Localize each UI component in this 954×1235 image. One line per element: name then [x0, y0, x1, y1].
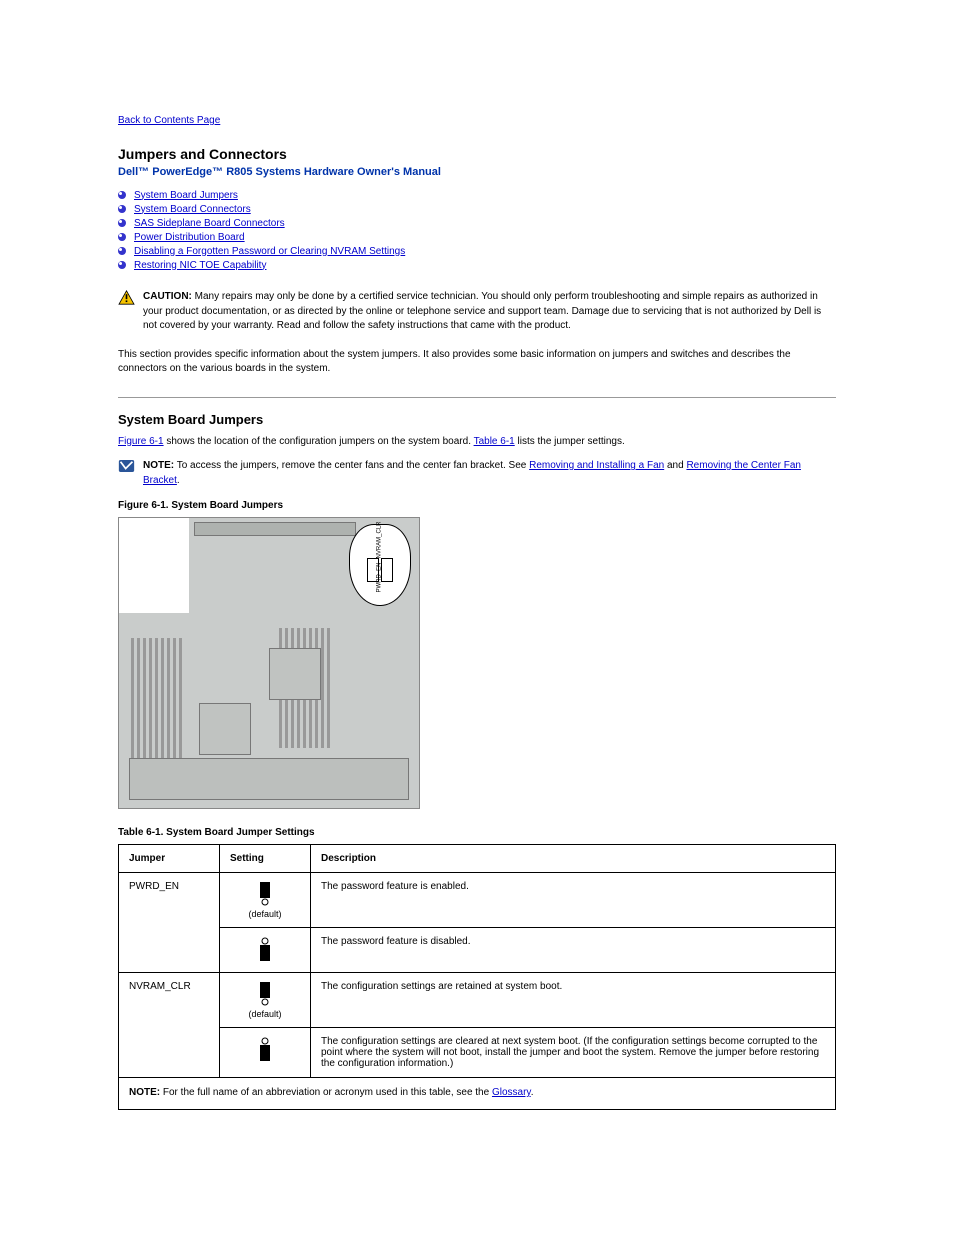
figure-ref-paragraph: Figure 6-1 shows the location of the con… [118, 435, 836, 450]
remove-fan-link[interactable]: Removing and Installing a Fan [529, 460, 664, 471]
caution-label: CAUTION: [143, 291, 192, 302]
jumper-callout: PWRD_EN NVRAM_CLR [349, 524, 411, 606]
col-description: Description [311, 845, 836, 873]
default-label: (default) [230, 1009, 300, 1019]
page-subtitle: Dell™ PowerEdge™ R805 Systems Hardware O… [118, 166, 836, 178]
bullet-icon [118, 205, 126, 213]
jumper-nvram-clr: NVRAM_CLR [119, 973, 220, 1078]
table-row: PWRD_EN (default) The password feature i… [119, 873, 836, 928]
toc-system-board-connectors[interactable]: System Board Connectors [134, 204, 251, 215]
page-title: Jumpers and Connectors [118, 146, 836, 162]
footnote-label: NOTE: [129, 1087, 160, 1098]
bullet-icon [118, 191, 126, 199]
toc-restoring-nic-toe[interactable]: Restoring NIC TOE Capability [134, 260, 266, 271]
setting-cell [220, 1028, 311, 1078]
intro-paragraph: This section provides specific informati… [118, 348, 836, 377]
table-footnote-row: NOTE: For the full name of an abbreviati… [119, 1078, 836, 1110]
toc-power-distribution-board[interactable]: Power Distribution Board [134, 232, 245, 243]
table-row: The password feature is disabled. [119, 928, 836, 973]
note-block: NOTE: To access the jumpers, remove the … [118, 459, 836, 488]
desc-cell: The password feature is disabled. [311, 928, 836, 973]
table-header-row: Jumper Setting Description [119, 845, 836, 873]
note-label: NOTE: [143, 460, 174, 471]
figure-caption: Figure 6-1. System Board Jumpers [118, 500, 836, 511]
glossary-link[interactable]: Glossary [492, 1087, 531, 1098]
table-of-contents: System Board Jumpers System Board Connec… [118, 188, 836, 272]
note-icon [118, 459, 135, 473]
jumper-top-icon [259, 881, 271, 907]
bullet-icon [118, 233, 126, 241]
setting-cell: (default) [220, 973, 311, 1028]
jumper-settings-table: Jumper Setting Description PWRD_EN (defa… [118, 844, 836, 1110]
table-6-1-link[interactable]: Table 6-1 [474, 436, 515, 447]
jumper-bottom-icon [259, 1036, 271, 1062]
setting-cell: (default) [220, 873, 311, 928]
bullet-icon [118, 261, 126, 269]
col-jumper: Jumper [119, 845, 220, 873]
caution-block: CAUTION: Many repairs may only be done b… [118, 290, 836, 334]
bullet-icon [118, 247, 126, 255]
default-label: (default) [230, 909, 300, 919]
desc-cell: The configuration settings are retained … [311, 973, 836, 1028]
jumper-top-icon [259, 981, 271, 1007]
col-setting: Setting [220, 845, 311, 873]
bullet-icon [118, 219, 126, 227]
caution-text: Many repairs may only be done by a certi… [143, 291, 821, 331]
toc-sas-sideplane-board-connectors[interactable]: SAS Sideplane Board Connectors [134, 218, 285, 229]
section-divider [118, 397, 836, 398]
caution-icon [118, 290, 135, 305]
toc-disabling-forgotten-password[interactable]: Disabling a Forgotten Password or Cleari… [134, 246, 405, 257]
setting-cell [220, 928, 311, 973]
table-row: The configuration settings are cleared a… [119, 1028, 836, 1078]
toc-system-board-jumpers[interactable]: System Board Jumpers [134, 190, 238, 201]
table-row: NVRAM_CLR (default) The configuration se… [119, 973, 836, 1028]
desc-cell: The configuration settings are cleared a… [311, 1028, 836, 1078]
system-board-figure: PWRD_EN NVRAM_CLR [118, 517, 420, 809]
jumper-pwrd-en: PWRD_EN [119, 873, 220, 973]
table-caption: Table 6-1. System Board Jumper Settings [118, 827, 836, 838]
figure-6-1-link[interactable]: Figure 6-1 [118, 436, 164, 447]
desc-cell: The password feature is enabled. [311, 873, 836, 928]
section-heading-jumpers: System Board Jumpers [118, 412, 836, 427]
jumper-bottom-icon [259, 936, 271, 962]
back-to-contents-link[interactable]: Back to Contents Page [118, 115, 220, 126]
